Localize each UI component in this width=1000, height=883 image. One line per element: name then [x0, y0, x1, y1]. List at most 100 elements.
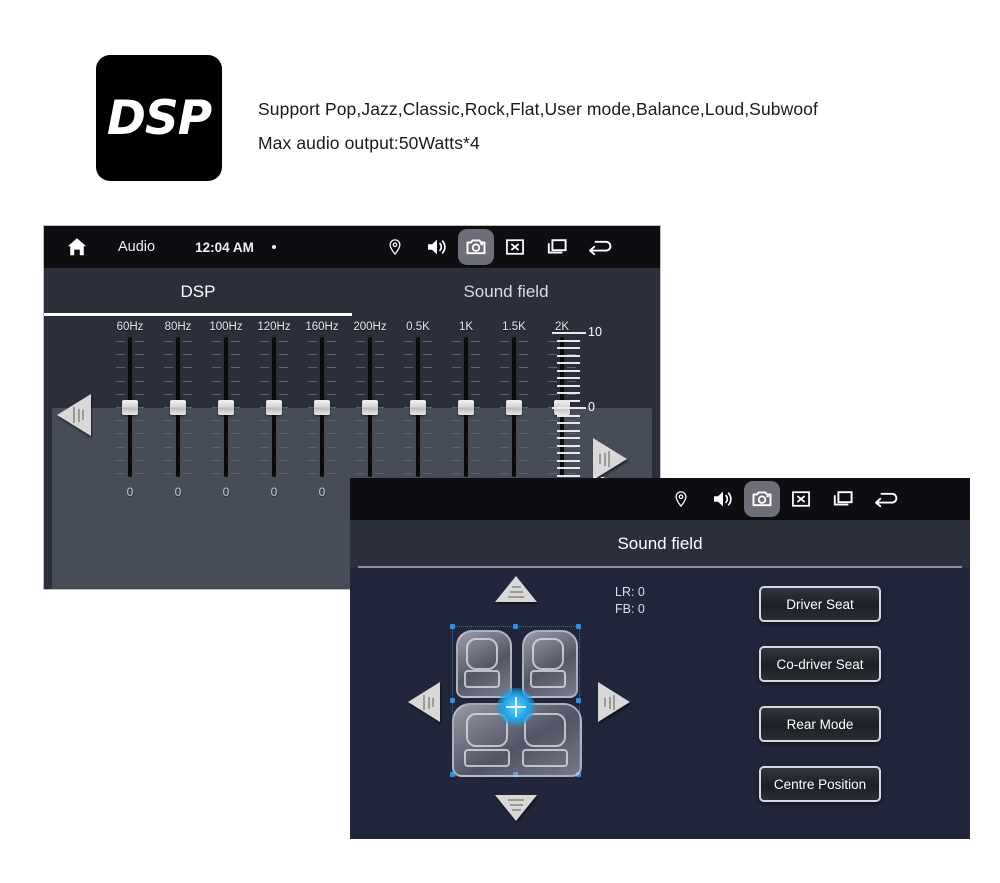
eq-band-frequency: 80Hz — [164, 321, 192, 333]
eq-band-slider[interactable] — [202, 337, 250, 477]
db-scale-label-top: 10 — [588, 325, 602, 339]
soundfield-tab-bar[interactable]: Sound field — [350, 520, 970, 568]
eq-band-frequency: 160Hz — [305, 321, 339, 333]
eq-slider-thumb[interactable] — [170, 400, 186, 415]
eq-band: 1.5K0 — [490, 316, 538, 499]
left-arrow-icon[interactable] — [408, 682, 444, 724]
soundfield-button-co-driver-seat[interactable]: Co-driver Seat — [759, 646, 881, 682]
db-scale-tick — [557, 459, 580, 462]
db-scale-tick — [557, 414, 580, 417]
db-scale-tick — [552, 332, 586, 334]
soundfield-body: LR: 0 FB: 0 Driver Seat Co-driver Seat Rea… — [350, 568, 970, 839]
eq-band: 120Hz 0 — [250, 316, 298, 499]
eq-slider-thumb[interactable] — [122, 400, 138, 415]
close-box-icon[interactable] — [780, 478, 822, 520]
soundfield-status-bar — [350, 478, 970, 520]
eq-band-slider[interactable] — [394, 337, 442, 477]
dsp-status-bar: Audio 12:04 AM — [44, 226, 660, 268]
recent-apps-icon[interactable] — [536, 226, 578, 268]
eq-band-value: 0 — [318, 485, 326, 499]
location-pin-icon[interactable] — [660, 478, 702, 520]
camera-icon[interactable] — [744, 481, 780, 517]
db-scale-tick — [552, 407, 586, 409]
camera-icon[interactable] — [458, 229, 494, 265]
db-scale: 100-10 — [552, 324, 636, 494]
recent-apps-icon[interactable] — [822, 478, 864, 520]
eq-band-value: 0 — [222, 485, 230, 499]
eq-slider-thumb[interactable] — [266, 400, 282, 415]
eq-band: 100Hz 0 — [202, 316, 250, 499]
eq-band-slider[interactable] — [106, 337, 154, 477]
tab-dsp-label: DSP — [180, 282, 216, 301]
soundfield-button-driver-seat[interactable]: Driver Seat — [759, 586, 881, 622]
soundfield-button-centre-position[interactable]: Centre Position — [759, 766, 881, 802]
eq-band-frequency: 1.5K — [502, 321, 526, 333]
dsp-logo-text: DSP — [106, 90, 212, 146]
soundfield-tab-label: Sound field — [617, 534, 703, 553]
fb-readout: FB: 0 — [615, 602, 645, 616]
db-scale-tick — [557, 467, 580, 469]
eq-band-frequency: 200Hz — [353, 321, 387, 333]
tab-dsp[interactable]: DSP — [44, 268, 352, 316]
eq-band: 0.5K0 — [394, 316, 442, 499]
eq-slider-thumb[interactable] — [506, 400, 522, 415]
eq-band-slider[interactable] — [346, 337, 394, 477]
soundfield-button-label: Centre Position — [773, 776, 867, 792]
volume-icon[interactable] — [416, 226, 458, 268]
db-scale-tick — [557, 399, 580, 402]
home-icon[interactable] — [64, 234, 90, 260]
eq-band-slider[interactable] — [442, 337, 490, 477]
status-dot-icon — [271, 245, 276, 249]
eq-slider-thumb[interactable] — [410, 400, 426, 415]
eq-band-value: 0 — [174, 485, 182, 499]
db-scale-tick — [557, 377, 580, 379]
product-header: DSP Support Pop,Jazz,Classic,Rock,Flat,U… — [0, 0, 1000, 215]
dsp-tab-bar: DSP Sound field — [44, 268, 660, 316]
product-description: Support Pop,Jazz,Classic,Rock,Flat,User … — [258, 92, 958, 160]
balance-readouts: LR: 0 FB: 0 — [615, 584, 645, 618]
eq-slider-thumb[interactable] — [314, 400, 330, 415]
tab-sound-field[interactable]: Sound field — [352, 268, 660, 316]
eq-band-frequency: 1K — [458, 321, 474, 333]
db-scale-tick — [557, 429, 580, 432]
down-arrow-icon[interactable] — [495, 795, 537, 823]
eq-band-slider[interactable] — [298, 337, 346, 477]
eq-band-frequency: 120Hz — [257, 321, 291, 333]
clock: 12:04 AM — [195, 239, 254, 255]
eq-band-frequency: 0.5K — [406, 321, 430, 333]
eq-band-slider[interactable] — [490, 337, 538, 477]
eq-slider-thumb[interactable] — [218, 400, 234, 415]
location-pin-icon[interactable] — [374, 226, 416, 268]
db-scale-tick — [557, 347, 580, 349]
seat-position-diagram[interactable] — [390, 576, 650, 836]
seat-front-right[interactable] — [522, 630, 578, 698]
eq-band-value: 0 — [270, 485, 278, 499]
right-arrow-icon[interactable] — [598, 682, 634, 724]
eq-band: 80Hz 0 — [154, 316, 202, 499]
db-scale-tick — [557, 437, 580, 439]
db-scale-tick — [557, 452, 580, 454]
back-arrow-icon[interactable] — [864, 478, 906, 520]
eq-band-slider[interactable] — [250, 337, 298, 477]
eq-band: 1K0 — [442, 316, 490, 499]
seat-front-left[interactable] — [456, 630, 512, 698]
back-arrow-icon[interactable] — [578, 226, 620, 268]
dsp-logo: DSP — [96, 55, 222, 181]
eq-slider-thumb[interactable] — [458, 400, 474, 415]
eq-band: 160Hz 0 — [298, 316, 346, 499]
soundfield-button-rear-mode[interactable]: Rear Mode — [759, 706, 881, 742]
eq-prev-arrow-icon[interactable] — [57, 394, 97, 438]
db-scale-tick — [557, 422, 580, 424]
db-scale-tick — [557, 362, 580, 364]
db-scale-tick — [557, 392, 580, 394]
eq-slider-thumb[interactable] — [362, 400, 378, 415]
eq-band-slider[interactable] — [154, 337, 202, 477]
close-box-icon[interactable] — [494, 226, 536, 268]
volume-icon[interactable] — [702, 478, 744, 520]
description-line-2: Max audio output:50Watts*4 — [258, 133, 480, 153]
up-arrow-icon[interactable] — [495, 576, 537, 604]
soundfield-system-icons — [660, 478, 906, 520]
db-scale-tick — [557, 339, 580, 342]
focus-crosshair-v — [515, 697, 517, 717]
db-scale-label-middle: 0 — [588, 400, 595, 414]
